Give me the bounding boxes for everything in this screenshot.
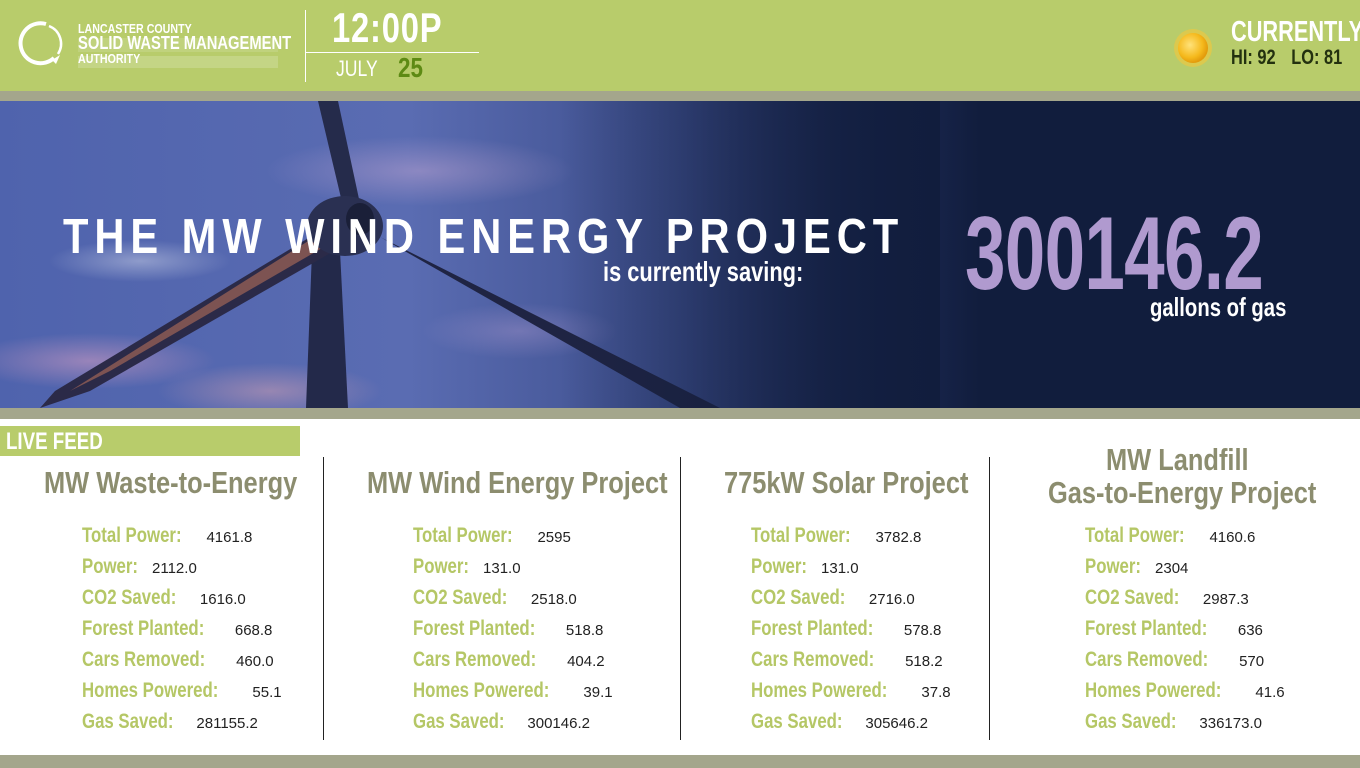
project-title-line2: Gas-to-Energy Project <box>1048 475 1317 510</box>
stat-gas-saved: Gas Saved: 305646.2 <box>751 710 928 733</box>
header-bar: LANCASTER COUNTY SOLID WASTE MANAGEMENT … <box>0 0 1360 91</box>
stat-co2-saved: CO2 Saved: 2716.0 <box>751 586 915 609</box>
stat-gas-saved: Gas Saved: 300146.2 <box>413 710 590 733</box>
stat-forest-planted: Forest Planted: 668.8 <box>82 617 273 640</box>
column-divider <box>989 457 990 740</box>
stat-power: Power: 2112.0 <box>82 555 197 578</box>
date-month: JULY <box>336 56 378 81</box>
stat-total-power: Total Power: 4160.6 <box>1085 524 1256 547</box>
stat-power: Power: 131.0 <box>413 555 521 578</box>
time-underline <box>306 52 479 53</box>
column-divider <box>680 457 681 740</box>
org-name-line3: AUTHORITY <box>78 51 141 66</box>
stat-forest-planted: Forest Planted: 636 <box>1085 617 1263 640</box>
weather-lo: LO: 81 <box>1291 46 1343 69</box>
stat-homes-powered: Homes Powered: 55.1 <box>82 679 282 702</box>
project-stats: Total Power: 4161.8 Power: 2112.0 CO2 Sa… <box>82 524 282 741</box>
stat-power: Power: 2304 <box>1085 555 1189 578</box>
stat-homes-powered: Homes Powered: 37.8 <box>751 679 951 702</box>
recycle-ring-icon <box>18 21 63 66</box>
stat-cars-removed: Cars Removed: 460.0 <box>82 648 274 671</box>
stat-homes-powered: Homes Powered: 41.6 <box>1085 679 1285 702</box>
project-title: MW Wind Energy Project <box>367 465 668 500</box>
stat-forest-planted: Forest Planted: 578.8 <box>751 617 942 640</box>
stat-co2-saved: CO2 Saved: 2987.3 <box>1085 586 1249 609</box>
stat-gas-saved: Gas Saved: 281155.2 <box>82 710 258 733</box>
live-feed-label: LIVE FEED <box>6 428 103 455</box>
separator-top <box>0 91 1360 101</box>
stat-gas-saved: Gas Saved: 336173.0 <box>1085 710 1262 733</box>
project-stats: Total Power: 3782.8 Power: 131.0 CO2 Sav… <box>751 524 951 741</box>
separator-bottom <box>0 755 1360 768</box>
header-divider <box>305 10 306 82</box>
clock-time: 12:00P <box>332 4 443 51</box>
org-logo: LANCASTER COUNTY SOLID WASTE MANAGEMENT … <box>16 16 291 72</box>
stat-cars-removed: Cars Removed: 570 <box>1085 648 1265 671</box>
separator-middle <box>0 408 1360 419</box>
stat-cars-removed: Cars Removed: 404.2 <box>413 648 605 671</box>
stat-cars-removed: Cars Removed: 518.2 <box>751 648 943 671</box>
project-stats: Total Power: 2595 Power: 131.0 CO2 Saved… <box>413 524 613 741</box>
live-feed-badge: LIVE FEED <box>0 426 300 456</box>
stat-homes-powered: Homes Powered: 39.1 <box>413 679 613 702</box>
column-divider <box>323 457 324 740</box>
stat-total-power: Total Power: 3782.8 <box>751 524 922 547</box>
hero-savings-unit: gallons of gas <box>1150 292 1287 322</box>
stat-co2-saved: CO2 Saved: 1616.0 <box>82 586 246 609</box>
project-stats: Total Power: 4160.6 Power: 2304 CO2 Save… <box>1085 524 1285 741</box>
org-name-line2: SOLID WASTE MANAGEMENT <box>78 33 292 53</box>
sun-icon <box>1174 29 1212 67</box>
weather-hi-lo: HI: 92 LO: 81 <box>1231 46 1342 70</box>
project-title: MW Waste-to-Energy <box>44 465 298 500</box>
date-day: 25 <box>398 52 423 83</box>
stat-total-power: Total Power: 2595 <box>413 524 571 547</box>
stat-total-power: Total Power: 4161.8 <box>82 524 253 547</box>
weather-label: CURRENTLY <box>1231 16 1360 48</box>
project-title: 775kW Solar Project <box>724 465 969 500</box>
weather-hi: HI: 92 <box>1231 46 1276 69</box>
hero-banner: THE MW WIND ENERGY PROJECT is currently … <box>0 101 1360 408</box>
stat-power: Power: 131.0 <box>751 555 859 578</box>
stat-co2-saved: CO2 Saved: 2518.0 <box>413 586 577 609</box>
project-title-line1: MW Landfill <box>1106 442 1249 477</box>
stat-forest-planted: Forest Planted: 518.8 <box>413 617 604 640</box>
hero-subtitle: is currently saving: <box>603 256 804 287</box>
